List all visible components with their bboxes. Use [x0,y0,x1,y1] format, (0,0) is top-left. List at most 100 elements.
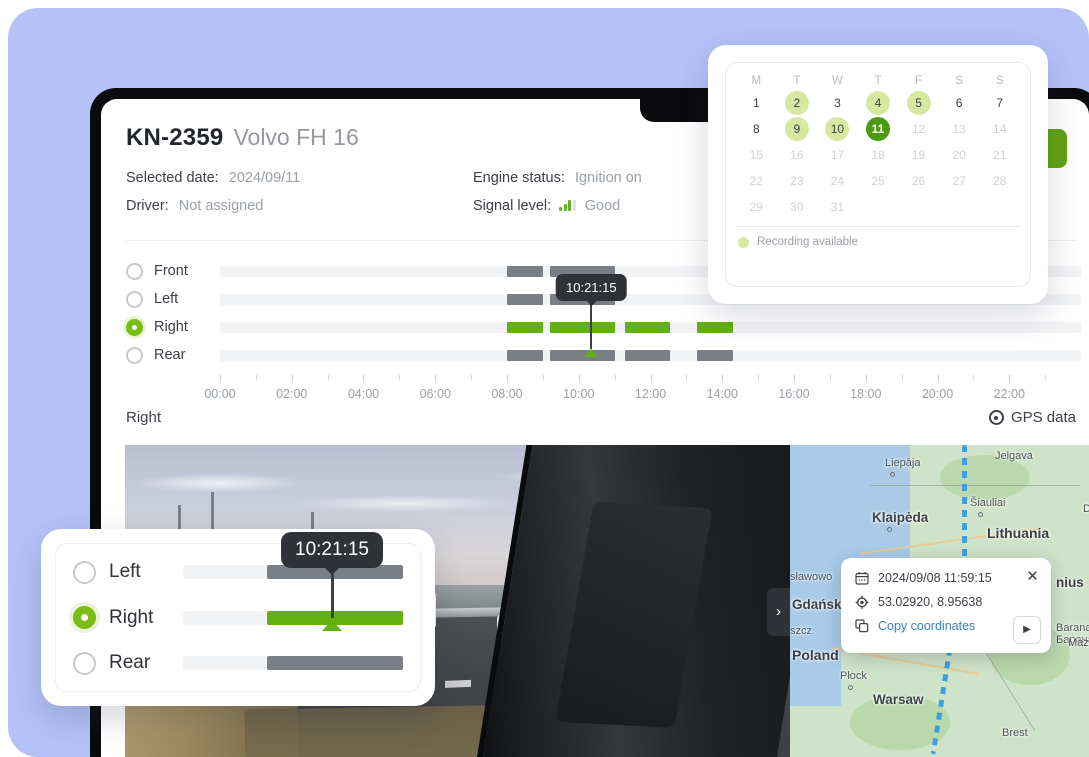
timeline-segment[interactable] [550,321,615,333]
timeline-segment[interactable] [506,321,543,333]
timeline-row-right[interactable]: Right [126,313,1081,341]
axis-tick-minor [255,375,257,380]
calendar-day[interactable]: 19 [898,142,939,168]
timeline-track[interactable] [220,349,1081,361]
callout-camera-row-rear[interactable]: Rear [73,650,403,676]
calendar-day-number: 13 [952,122,966,136]
calendar-day-number: 5 [915,96,922,110]
callout-camera-label: Right [109,606,154,628]
map-label: Barana [1056,622,1089,634]
calendar-day[interactable]: 9 [777,116,818,142]
map-label: Liepāja [885,457,921,469]
vehicle-model: Volvo FH 16 [233,124,359,150]
map-label: nius [1056,575,1084,590]
callout-track[interactable] [183,610,403,625]
timeline-segment[interactable] [506,349,543,361]
camera-radio-left[interactable] [126,290,143,308]
timeline-segment[interactable] [697,321,733,333]
calendar-day[interactable]: 1 [736,90,777,116]
callout-radio-right[interactable] [73,606,96,629]
calendar-legend-label: Recording available [757,236,859,248]
gps-data-link[interactable]: GPS data [988,409,1076,426]
calendar-day[interactable]: 2 [777,90,818,116]
calendar-day-number: 31 [830,200,845,214]
play-icon[interactable]: ▶ [1013,616,1041,644]
map-label: Klaipėda [872,510,929,525]
calendar-day[interactable]: 7 [979,90,1020,116]
timeline-time-tooltip: 10:21:15 [555,274,627,301]
timeline-row-rear[interactable]: Rear [126,341,1081,369]
timeline-playhead-handle[interactable] [584,349,599,357]
camera-radio-rear[interactable] [126,346,143,364]
calendar-day[interactable]: 18 [858,142,899,168]
calendar-day-number: 1 [752,96,760,110]
timeline-segment[interactable] [625,321,671,333]
timeline-segment[interactable] [697,349,733,361]
calendar-day[interactable]: 23 [777,168,818,194]
close-icon[interactable]: ✕ [1025,569,1040,584]
map-label: Šiauliai [970,497,1006,509]
calendar-day[interactable]: 13 [939,116,980,142]
calendar-day[interactable]: 20 [939,142,980,168]
calendar-day-number: 4 [874,96,882,110]
calendar-day[interactable]: 26 [898,168,939,194]
map-label: Maza [1068,637,1089,649]
callout-camera-row-right[interactable]: Right [73,605,403,631]
axis-tick-label: 10:00 [563,387,595,401]
gps-target-icon [988,410,1004,425]
map-label: szcz [790,625,812,637]
screenshot-root: KN-2359 Volvo FH 16 Selected date: 2024/… [0,0,1089,757]
calendar-day[interactable]: 4 [858,90,899,116]
timeline-segment[interactable] [506,265,543,277]
camera-radio-right[interactable] [126,318,143,336]
timeline-track[interactable] [220,321,1081,333]
axis-tick-label: 04:00 [347,387,380,401]
next-camera-button[interactable]: › [767,588,790,636]
calendar-day-selected[interactable]: 11 [858,116,899,142]
timeline-segment[interactable] [550,349,615,361]
calendar-day[interactable]: 28 [979,168,1020,194]
copy-coordinates-link[interactable]: Copy coordinates [878,619,975,633]
axis-tick-major [722,375,724,382]
timeline-segment[interactable] [625,349,671,361]
calendar-weekday: W [831,75,843,87]
axis-tick-label: 14:00 [706,387,738,401]
calendar-day[interactable]: 10 [817,116,858,142]
calendar-day[interactable]: 27 [939,168,980,194]
calendar-day[interactable]: 12 [898,116,939,142]
calendar-day-number: 7 [996,96,1004,110]
calendar-day[interactable]: 3 [817,90,858,116]
signal-bars-icon [559,200,576,211]
callout-playhead-handle[interactable] [322,620,342,631]
axis-tick-label: 06:00 [419,387,451,401]
selected-date-label: Selected date: [126,170,219,186]
calendar-day-number: 9 [793,122,801,136]
calendar-day[interactable]: 6 [939,90,980,116]
signal-level-label: Signal level: [473,198,552,214]
gps-copy-row[interactable]: Copy coordinates [854,618,1038,633]
callout-radio-rear[interactable] [73,651,96,675]
callout-track[interactable] [183,656,403,670]
calendar-day[interactable]: 8 [736,116,777,142]
calendar-day[interactable]: 24 [817,168,858,194]
driver-row: Driver: Not assigned [126,198,263,214]
calendar-day[interactable]: 16 [777,142,818,168]
calendar-day[interactable]: 14 [979,116,1020,142]
calendar-weekday: T [874,75,882,87]
calendar-weekday: M [751,75,762,87]
calendar-day[interactable]: 15 [736,142,777,168]
callout-radio-left[interactable] [73,560,96,584]
calendar-day[interactable]: 25 [858,168,899,194]
calendar-day[interactable]: 17 [817,142,858,168]
calendar-day[interactable]: 22 [736,168,777,194]
callout-track-segment[interactable] [266,656,403,670]
camera-radio-front[interactable] [126,262,143,280]
axis-tick-major [793,375,795,382]
calendar-day[interactable]: 30 [777,194,818,220]
timeline-segment[interactable] [506,293,543,305]
calendar-day[interactable]: 21 [979,142,1020,168]
timeline-playhead-line [590,304,593,349]
calendar-day[interactable]: 5 [898,90,939,116]
calendar-day[interactable]: 29 [736,194,777,220]
calendar-day[interactable]: 31 [817,194,858,220]
